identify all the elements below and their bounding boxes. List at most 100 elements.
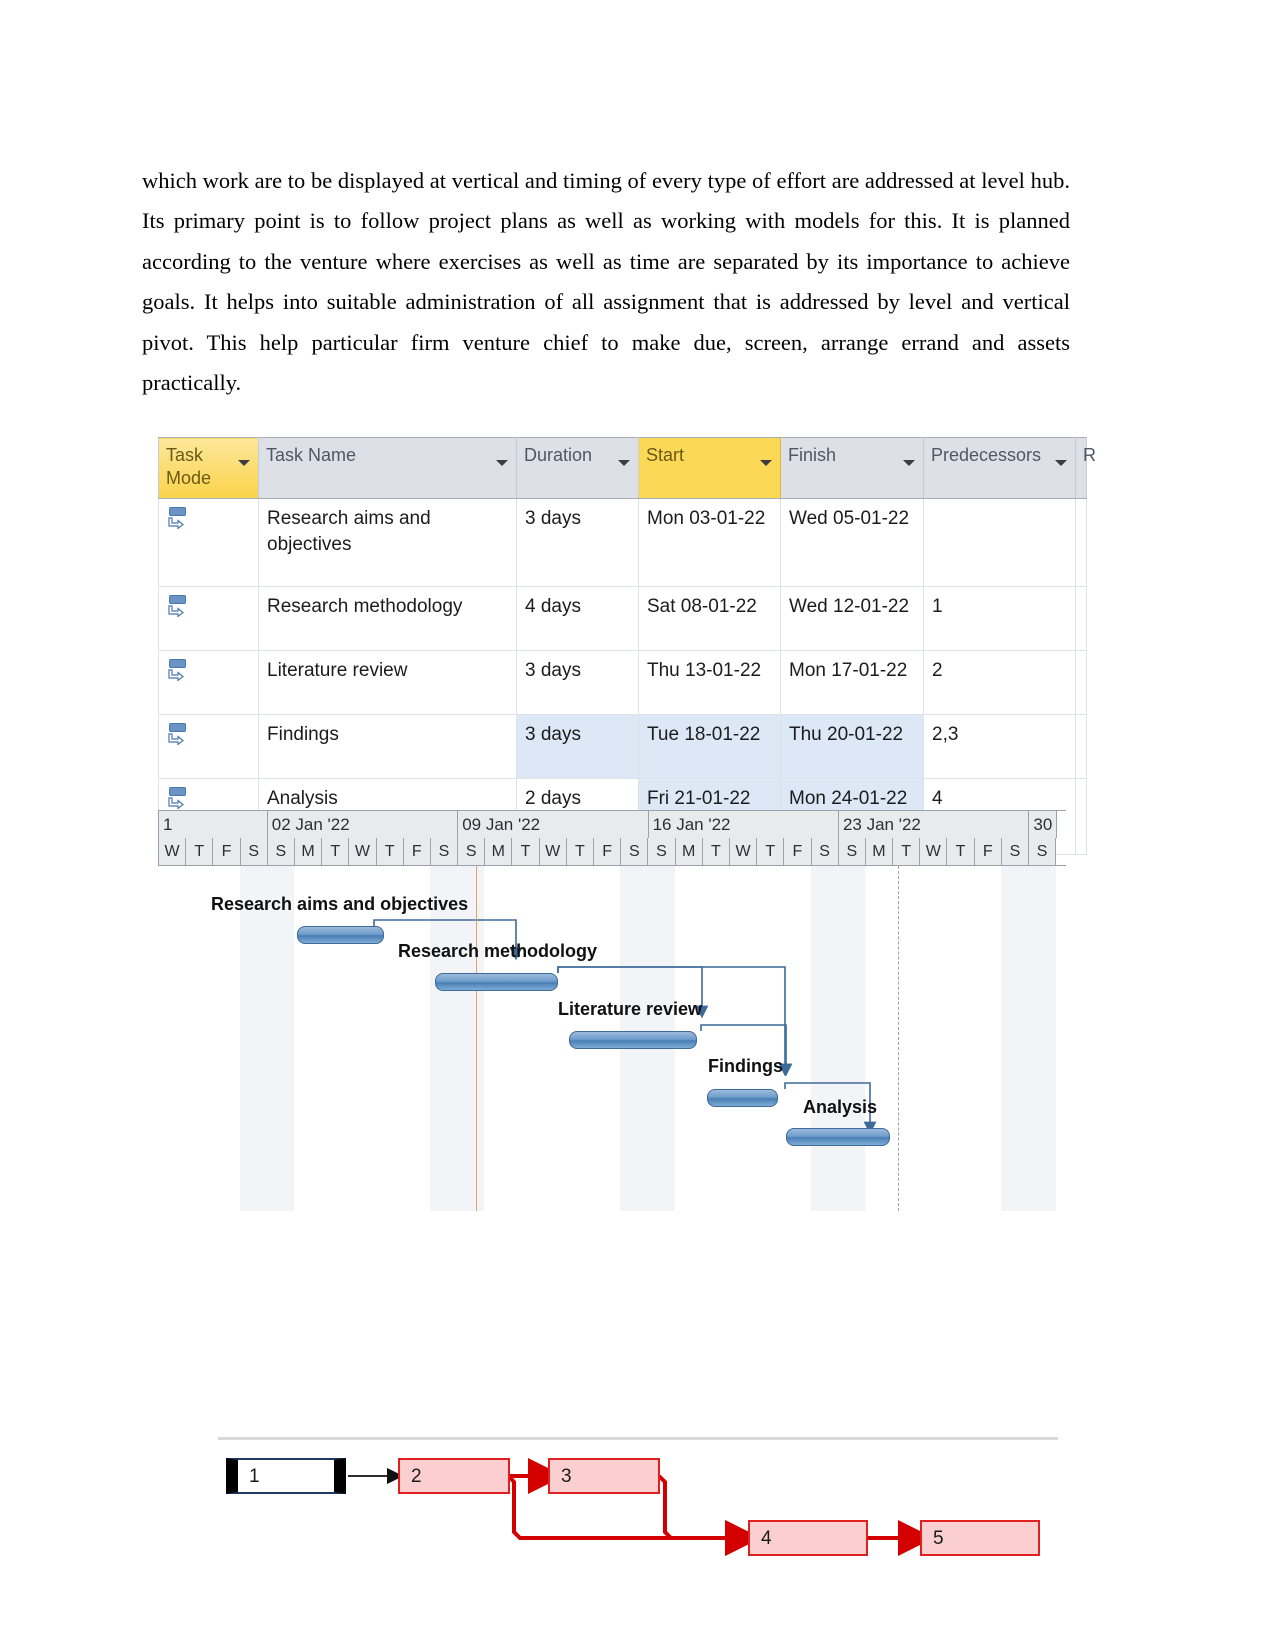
gantt-bar[interactable] [435, 973, 558, 991]
timescale-day-cell: W [349, 838, 377, 865]
finish-cell[interactable]: Mon 17-01-22 [780, 650, 924, 715]
gantt-bar-label: Findings [708, 1056, 783, 1076]
table-row[interactable]: Research methodology 4 days Sat 08-01-22… [158, 586, 1087, 651]
gantt-bar[interactable] [296, 926, 384, 944]
timescale-week-cell: 1 [159, 811, 268, 838]
timescale-week-cell: 16 Jan '22 [648, 811, 839, 838]
timescale-day-cell: S [1029, 838, 1057, 865]
table-header-row: Task Mode Task Name Duration Start Finis… [158, 437, 1096, 499]
timescale-day-cell: F [784, 838, 812, 865]
task-mode-cell[interactable] [158, 714, 259, 779]
chevron-down-icon[interactable] [903, 460, 915, 466]
timescale-day-cell: T [376, 838, 404, 865]
timescale-day-cell: F [403, 838, 431, 865]
timescale-day-cell: T [512, 838, 540, 865]
task-table: Task Mode Task Name Duration Start Finis… [158, 437, 1096, 855]
gantt-bar[interactable] [707, 1089, 779, 1107]
duration-cell[interactable]: 4 days [516, 586, 639, 651]
resource-names-cell[interactable] [1075, 714, 1087, 779]
task-mode-cell[interactable] [158, 586, 259, 651]
column-header-resource-names[interactable]: R [1075, 437, 1096, 499]
column-header-duration[interactable]: Duration [516, 437, 639, 499]
timescale-day-cell: F [974, 838, 1002, 865]
timescale-day-cell: F [594, 838, 622, 865]
predecessors-cell[interactable] [923, 498, 1076, 587]
manually-scheduled-icon [167, 722, 189, 748]
timescale-day-cell: S [267, 838, 295, 865]
start-cell[interactable]: Sat 08-01-22 [638, 586, 781, 651]
timescale-week-cell: 02 Jan '22 [267, 811, 459, 838]
status-date-line [897, 866, 899, 1211]
timescale-week-cell: 23 Jan '22 [838, 811, 1030, 838]
manually-scheduled-icon [167, 786, 189, 812]
gantt-bar-label: Literature review [558, 999, 703, 1019]
predecessors-cell[interactable]: 1 [923, 586, 1076, 651]
timescale-weeks-row: 1 02 Jan '22 09 Jan '22 16 Jan '22 23 Jan '2… [158, 810, 1066, 838]
network-node-3[interactable]: 3 [548, 1458, 660, 1494]
network-node-5[interactable]: 5 [920, 1520, 1040, 1556]
finish-cell[interactable]: Wed 12-01-22 [780, 586, 924, 651]
resource-names-cell[interactable] [1075, 498, 1087, 587]
duration-cell[interactable]: 3 days [516, 714, 639, 779]
task-mode-cell[interactable] [158, 650, 259, 715]
gantt-bar[interactable] [786, 1128, 890, 1146]
resource-names-cell[interactable] [1075, 650, 1087, 715]
column-header-finish[interactable]: Finish [780, 437, 924, 499]
duration-cell[interactable]: 3 days [516, 650, 639, 715]
timescale-day-cell: M [485, 838, 513, 865]
horizontal-rule [218, 1437, 1058, 1440]
timescale-day-cell: W [920, 838, 948, 865]
timescale-day-cell: M [294, 838, 323, 865]
network-node-1[interactable]: 1 [226, 1458, 346, 1494]
gantt-chart: 1 02 Jan '22 09 Jan '22 16 Jan '22 23 Jan '2… [158, 810, 1066, 1211]
duration-cell[interactable]: 3 days [516, 498, 639, 587]
timescale-day-cell: F [213, 838, 241, 865]
table-row[interactable]: Research aims and objectives 3 days Mon … [158, 498, 1087, 587]
finish-cell[interactable]: Thu 20-01-22 [780, 714, 924, 779]
table-row[interactable]: Findings 3 days Tue 18-01-22 Thu 20-01-2… [158, 714, 1087, 779]
network-node-4[interactable]: 4 [748, 1520, 868, 1556]
task-name-cell[interactable]: Findings [258, 714, 517, 779]
gantt-bar[interactable] [568, 1031, 697, 1049]
table-row[interactable]: Literature review 3 days Thu 13-01-22 Mo… [158, 650, 1087, 715]
manually-scheduled-icon [167, 594, 189, 620]
timescale-day-cell: S [838, 838, 866, 865]
manually-scheduled-icon [167, 658, 189, 684]
timescale-header: 1 02 Jan '22 09 Jan '22 16 Jan '22 23 Jan '2… [158, 810, 1066, 866]
column-header-task-mode[interactable]: Task Mode [158, 437, 259, 499]
today-line [476, 866, 478, 1211]
network-node-2[interactable]: 2 [398, 1458, 510, 1494]
resource-names-cell[interactable] [1075, 778, 1087, 855]
task-name-cell[interactable]: Research methodology [258, 586, 517, 651]
timescale-day-cell: W [729, 838, 758, 865]
predecessors-cell[interactable]: 2 [923, 650, 1076, 715]
timescale-day-cell: S [458, 838, 486, 865]
timescale-day-cell: S [648, 838, 676, 865]
predecessors-cell[interactable]: 2,3 [923, 714, 1076, 779]
timescale-day-cell: S [811, 838, 839, 865]
timescale-day-cell: T [566, 838, 594, 865]
column-header-predecessors[interactable]: Predecessors [923, 437, 1076, 499]
timescale-week-cell: 30 [1029, 811, 1057, 838]
chevron-down-icon[interactable] [496, 460, 508, 466]
column-header-start[interactable]: Start [638, 437, 781, 499]
gantt-bar-label: Research methodology [398, 941, 598, 961]
timescale-day-cell: S [621, 838, 649, 865]
chevron-down-icon[interactable] [238, 460, 250, 466]
timescale-day-cell: T [757, 838, 785, 865]
column-header-task-name[interactable]: Task Name [258, 437, 517, 499]
task-name-cell[interactable]: Literature review [258, 650, 517, 715]
start-cell[interactable]: Thu 13-01-22 [638, 650, 781, 715]
task-name-cell[interactable]: Research aims and objectives [258, 498, 517, 587]
task-mode-cell[interactable] [158, 498, 259, 587]
timescale-day-cell: W [159, 838, 187, 865]
start-cell[interactable]: Mon 03-01-22 [638, 498, 781, 587]
finish-cell[interactable]: Wed 05-01-22 [780, 498, 924, 587]
timescale-day-cell: T [322, 838, 350, 865]
start-cell[interactable]: Tue 18-01-22 [638, 714, 781, 779]
chevron-down-icon[interactable] [618, 460, 630, 466]
resource-names-cell[interactable] [1075, 586, 1087, 651]
chevron-down-icon[interactable] [1055, 460, 1067, 466]
chevron-down-icon[interactable] [760, 460, 772, 466]
timescale-day-cell: T [186, 838, 214, 865]
